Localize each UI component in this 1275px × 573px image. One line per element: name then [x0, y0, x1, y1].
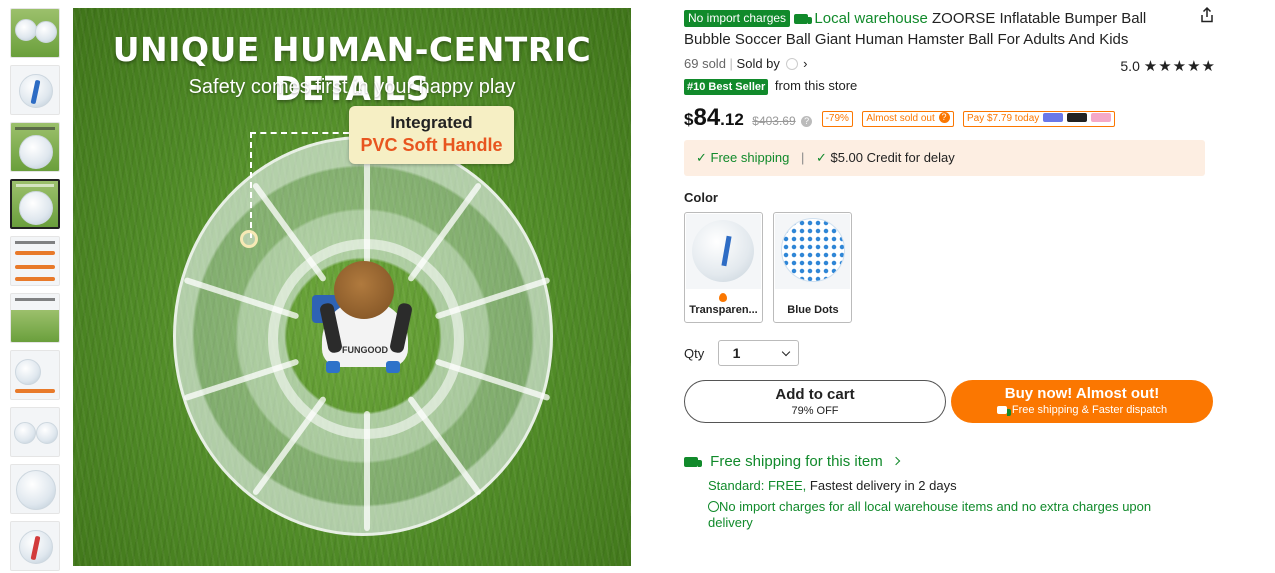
add-to-cart-label: Add to cart	[775, 386, 855, 403]
child-figure: FUNGOOD	[312, 253, 416, 383]
chevron-down-icon	[781, 347, 790, 357]
info-icon: ?	[938, 112, 950, 123]
color-option-blue-dots[interactable]: Blue Dots	[773, 212, 853, 323]
thumbnail-5[interactable]	[10, 236, 60, 286]
sold-count: 69 sold	[684, 56, 726, 71]
thumbnail-7[interactable]	[10, 350, 60, 400]
thumbnail-4[interactable]	[10, 179, 60, 229]
share-icon[interactable]	[1198, 6, 1216, 24]
add-to-cart-sub: 79% OFF	[791, 405, 839, 417]
best-seller-badge: #10 Best Seller	[684, 79, 769, 95]
standard-shipping-line: Standard: FREE, Fastest delivery in 2 da…	[708, 478, 1224, 493]
truck-icon	[794, 14, 813, 24]
thumbnail-9[interactable]	[10, 464, 60, 514]
import-charges-text: No import charges for all local warehous…	[708, 499, 1152, 530]
buy-now-label: Buy now! Almost out!	[1004, 385, 1160, 402]
thumbnail-strip	[10, 8, 62, 573]
thumbnail-2[interactable]	[10, 65, 60, 115]
quantity-select[interactable]: 1	[717, 340, 799, 366]
check-icon: ✓	[696, 150, 707, 165]
best-seller-row: #10 Best Seller from this store	[684, 78, 1224, 98]
chevron-right-icon	[891, 456, 901, 466]
color-label: Color	[684, 190, 718, 205]
circle-icon	[708, 501, 719, 512]
best-seller-suffix: from this store	[774, 78, 858, 93]
add-to-cart-button[interactable]: Add to cart 79% OFF	[684, 380, 946, 423]
discount-tag: -79%	[821, 111, 853, 127]
original-price: $403.69	[752, 114, 796, 128]
almost-sold-out-tag[interactable]: Almost sold out ?	[862, 111, 954, 127]
star-icon: ★★★★★	[1143, 58, 1216, 75]
feature-callout: Integrated PVC Soft Handle	[349, 106, 514, 164]
check-icon: ✓	[815, 150, 827, 165]
thumbnail-3[interactable]	[10, 122, 60, 172]
sold-by-link[interactable]: Sold by ›	[737, 56, 808, 71]
chevron-right-icon: ›	[803, 56, 808, 71]
color-options: Transparen... Blue Dots	[684, 212, 1224, 324]
sold-by-label: Sold by	[736, 56, 780, 71]
local-warehouse-label[interactable]: Local warehouse	[814, 10, 927, 27]
klarna-logo-icon	[1090, 113, 1111, 122]
thumbnail-10[interactable]	[10, 521, 60, 571]
callout-marker	[240, 230, 258, 248]
sold-row: 69 sold | Sold by › 5.0 ★★★★★	[684, 56, 1216, 75]
standard-shipping-detail: Fastest delivery in 2 days	[809, 478, 957, 493]
rating-value: 5.0	[1120, 58, 1140, 74]
current-price: $84.12	[684, 104, 744, 131]
action-buttons: Add to cart 79% OFF Buy now! Almost out!…	[684, 380, 1224, 424]
quantity-row: Qty 1	[684, 340, 1224, 366]
color-option-transparent[interactable]: Transparen...	[684, 212, 763, 323]
truck-icon	[996, 406, 1011, 416]
credit-label: $5.00 Credit for delay	[830, 150, 955, 165]
affirm-logo-icon	[1043, 113, 1064, 122]
store-logo-icon	[785, 58, 798, 70]
buy-now-sub: Free shipping & Faster dispatch	[951, 404, 1213, 416]
thumbnail-8[interactable]	[10, 407, 60, 457]
free-shipping-label: Free shipping	[710, 150, 790, 165]
color-option-label: Blue Dots	[787, 304, 839, 316]
price-row: $84.12 $403.69 ? -79% Almost sold out ? …	[684, 104, 1224, 134]
thumbnail-1[interactable]	[10, 8, 60, 58]
import-charges-note: No import charges for all local warehous…	[708, 499, 1188, 531]
free-shipping-heading[interactable]: Free shipping for this item	[684, 453, 1224, 473]
truck-icon	[684, 457, 702, 467]
qty-label: Qty	[684, 345, 705, 361]
product-title-row: No import charges Local warehouse ZOORSE…	[684, 0, 1224, 50]
quantity-value: 1	[732, 345, 741, 361]
callout-line2: PVC Soft Handle	[360, 135, 503, 155]
question-icon[interactable]: ?	[801, 116, 813, 127]
free-shipping-heading-text: Free shipping for this item	[710, 453, 883, 470]
color-option-label: Transparen...	[689, 304, 758, 316]
no-import-badge: No import charges	[684, 10, 791, 27]
pay-later-tag[interactable]: Pay $7.79 today	[962, 111, 1115, 127]
hero-subtitle: Safety comes first in your happy play	[188, 76, 516, 98]
callout-line-vertical	[250, 132, 252, 238]
rating[interactable]: 5.0 ★★★★★	[1120, 57, 1216, 75]
callout-line1: Integrated	[390, 113, 473, 132]
buy-now-button[interactable]: Buy now! Almost out! Free shipping & Fas…	[951, 380, 1213, 423]
afterpay-logo-icon	[1066, 113, 1087, 122]
standard-shipping-label: Standard: FREE,	[708, 478, 807, 493]
shirt-text: FUNGOOD	[342, 345, 388, 355]
fire-icon	[719, 293, 727, 302]
thumbnail-6[interactable]	[10, 293, 60, 343]
shipping-summary-box[interactable]: ✓ Free shipping | ✓ $5.00 Credit for del…	[684, 140, 1205, 176]
main-product-image[interactable]: FUNGOOD UNIQUE HUMAN-CENTRIC DETAILS Saf…	[73, 8, 631, 566]
product-info-panel: No import charges Local warehouse ZOORSE…	[684, 0, 1224, 531]
callout-line	[250, 132, 349, 134]
